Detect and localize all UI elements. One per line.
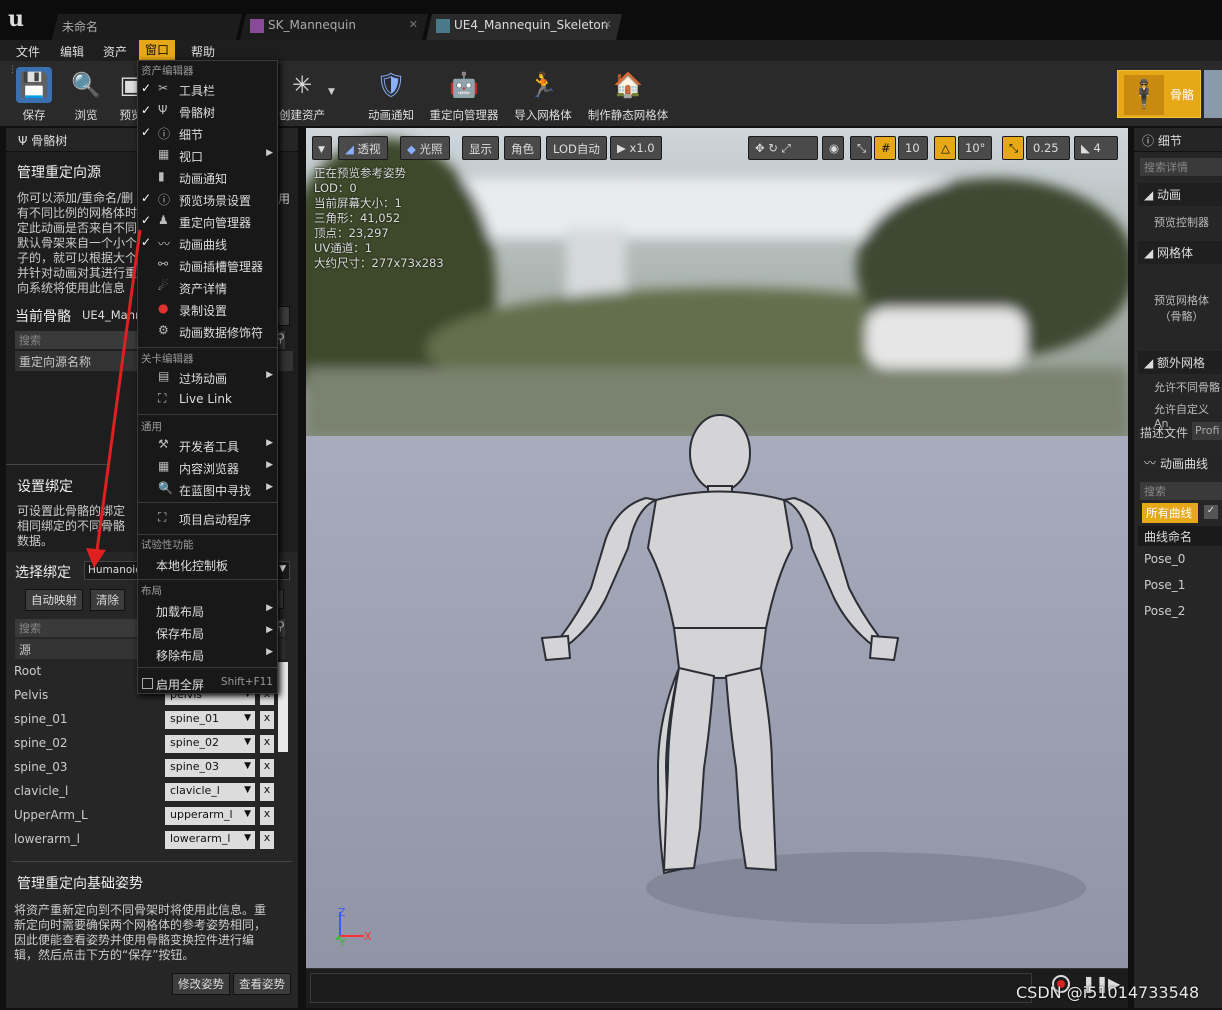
annotation-arrow <box>86 229 142 568</box>
watermark: CSDN @i51014733548 <box>1016 983 1200 1002</box>
